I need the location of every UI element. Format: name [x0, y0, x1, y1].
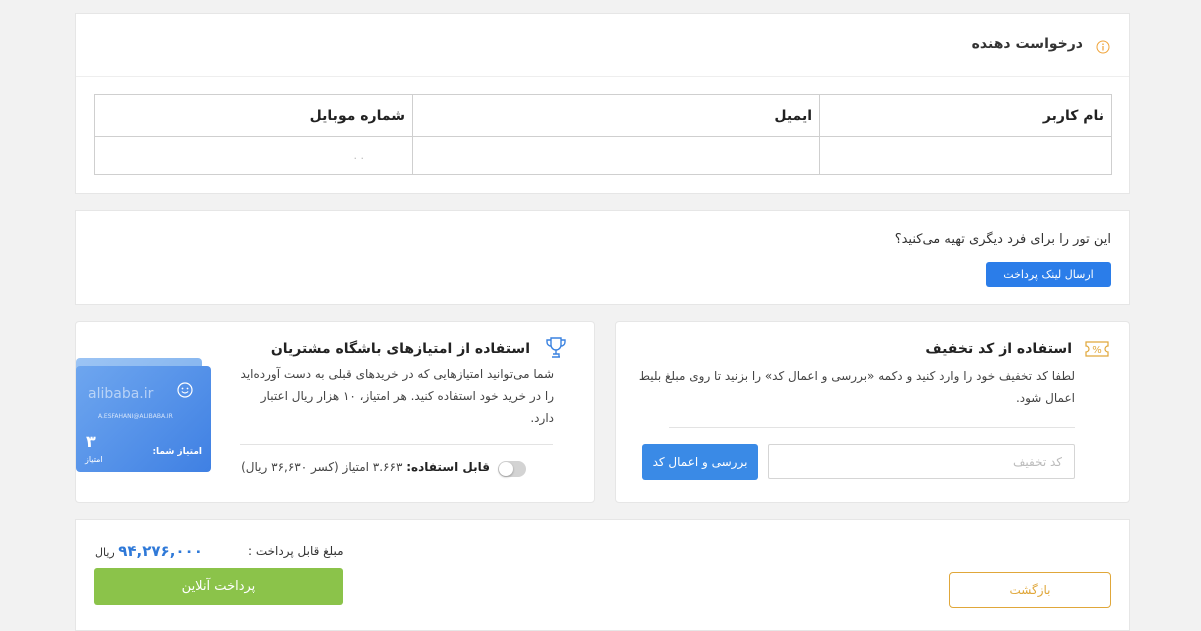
coupon-icon-glyph: % — [1092, 345, 1102, 356]
table-header-row: نام کاربر ایمیل شماره موبایل — [94, 94, 1112, 137]
club-card-score-label: امتیاز شما: — [152, 447, 202, 457]
other-person-card: این تور را برای فرد دیگری تهیه می‌کنید؟ … — [75, 210, 1130, 305]
club-divider — [240, 444, 553, 445]
club-card-email: A.ESFAHANI@ALIBABA.IR — [98, 413, 173, 420]
applicant-table: نام کاربر ایمیل شماره موبایل . . — [94, 94, 1112, 175]
payable-amount-currency: ریال — [95, 546, 115, 559]
applicant-card: درخواست دهنده نام کاربر ایمیل شماره موبا… — [75, 13, 1130, 194]
payable-amount-label: مبلغ قابل پرداخت : — [248, 544, 344, 558]
col-header-mobile: شماره موبایل — [94, 94, 413, 137]
club-card-brand: alibaba.ir — [88, 386, 154, 402]
col-header-email: ایمیل — [412, 94, 820, 137]
club-title: استفاده از امتیازهای باشگاه مشتریان — [270, 341, 530, 357]
cell-mobile: . . — [94, 136, 413, 175]
smile-icon — [177, 382, 193, 402]
toggle-knob — [499, 462, 513, 476]
col-header-username: نام کاربر — [819, 94, 1112, 137]
club-card: استفاده از امتیازهای باشگاه مشتریان شما … — [75, 321, 595, 503]
cell-username — [819, 136, 1112, 175]
applicant-title: درخواست دهنده — [971, 36, 1083, 52]
cell-email — [412, 136, 820, 175]
info-icon — [1096, 39, 1110, 58]
club-card-image: alibaba.ir A.ESFAHANI@ALIBABA.IR امتیاز … — [76, 358, 212, 472]
online-payment-button[interactable]: پرداخت آنلاین — [94, 568, 343, 605]
payable-amount: ۹۴,۲۷۶,۰۰۰ ریال — [95, 542, 203, 560]
apply-discount-button[interactable]: بررسی و اعمال کد — [642, 444, 758, 480]
coupon-icon: % — [1085, 341, 1109, 361]
trophy-icon — [545, 336, 567, 364]
discount-title: استفاده از کد تخفیف — [925, 341, 1072, 357]
send-payment-link-button[interactable]: ارسال لینک پرداخت — [986, 262, 1111, 287]
usable-points: قابل استفاده: ۳.۶۶۳ امتیاز (کسر ۳۶,۶۳۰ ر… — [241, 460, 490, 474]
club-card-front: alibaba.ir A.ESFAHANI@ALIBABA.IR امتیاز … — [76, 366, 211, 472]
discount-divider — [669, 427, 1075, 428]
applicant-header: درخواست دهنده — [76, 14, 1129, 77]
discount-card: % استفاده از کد تخفیف لطفا کد تخفیف خود … — [615, 321, 1130, 503]
back-button[interactable]: بازگشت — [949, 572, 1111, 608]
table-row: . . — [94, 136, 1112, 175]
payable-amount-value: ۹۴,۲۷۶,۰۰۰ — [118, 542, 203, 560]
usable-value: ۳.۶۶۳ امتیاز (کسر ۳۶,۶۳۰ ریال) — [241, 460, 403, 474]
usable-label: قابل استفاده: — [406, 460, 490, 474]
discount-description: لطفا کد تخفیف خود را وارد کنید و دکمه «ب… — [638, 369, 1075, 405]
discount-code-input[interactable] — [768, 444, 1075, 479]
club-description: شما می‌توانید امتیازهایی که در خریدهای ق… — [240, 367, 554, 425]
payment-card: بازگشت مبلغ قابل پرداخت : ۹۴,۲۷۶,۰۰۰ ریا… — [75, 519, 1130, 631]
other-person-question: این تور را برای فرد دیگری تهیه می‌کنید؟ — [894, 232, 1111, 247]
use-points-toggle[interactable] — [498, 461, 526, 477]
club-card-score-unit: امتیاز — [85, 455, 103, 464]
club-card-score: ۳ — [86, 432, 96, 451]
